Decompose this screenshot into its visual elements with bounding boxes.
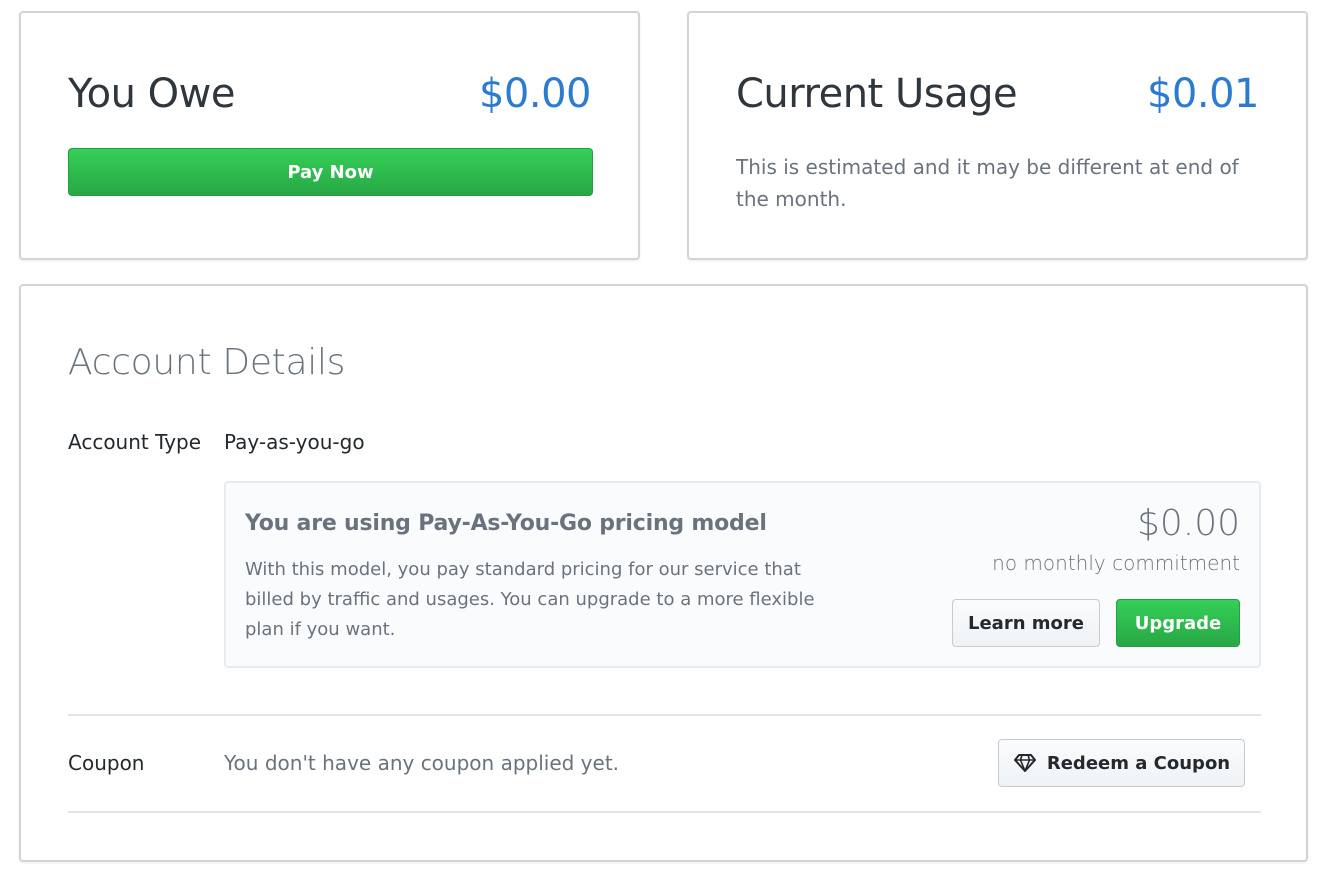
- section-divider: [68, 714, 1261, 716]
- coupon-status: You don't have any coupon applied yet.: [224, 751, 620, 775]
- plan-description: With this model, you pay standard pricin…: [245, 559, 815, 640]
- current-usage-amount: $0.01: [1146, 71, 1260, 117]
- learn-more-button[interactable]: Learn more: [952, 599, 1100, 647]
- usage-estimate-note: This is estimated and it may be differen…: [736, 155, 1239, 211]
- redeem-coupon-label: Redeem a Coupon: [1046, 752, 1231, 774]
- section-divider: [68, 811, 1261, 813]
- plan-heading: You are using Pay-As-You-Go pricing mode…: [245, 511, 767, 536]
- upgrade-button[interactable]: Upgrade: [1116, 599, 1240, 647]
- current-usage-title: Current Usage: [736, 71, 1018, 117]
- current-usage-card: Current Usage $0.01 This is estimated an…: [687, 11, 1308, 260]
- coupon-label: Coupon: [68, 751, 145, 775]
- plan-commitment: no monthly commitment: [992, 551, 1240, 575]
- account-details-card: Account Details Account Type Pay-as-you-…: [19, 284, 1308, 862]
- account-type-value: Pay-as-you-go: [224, 430, 365, 454]
- diamond-icon: [1013, 753, 1037, 773]
- you-owe-title: You Owe: [68, 71, 235, 117]
- account-type-label: Account Type: [68, 430, 202, 454]
- pay-now-button[interactable]: Pay Now: [68, 148, 593, 196]
- pricing-plan-box: You are using Pay-As-You-Go pricing mode…: [224, 481, 1261, 668]
- account-details-title: Account Details: [68, 342, 346, 383]
- plan-price: $0.00: [1136, 503, 1240, 544]
- redeem-coupon-button[interactable]: Redeem a Coupon: [998, 739, 1245, 787]
- you-owe-card: You Owe $0.00 Pay Now: [19, 11, 640, 260]
- you-owe-amount: $0.00: [478, 71, 592, 117]
